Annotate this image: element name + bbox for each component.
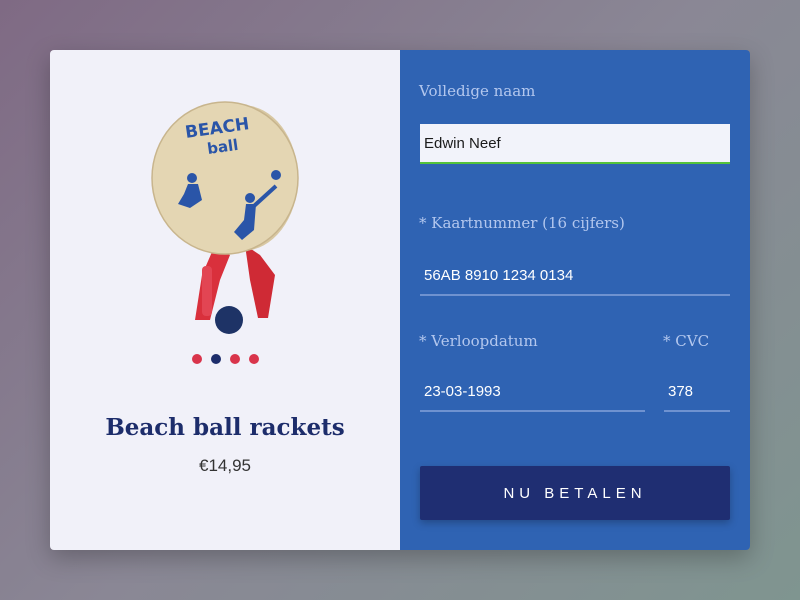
beach-rackets-image: BEACH ball (151, 101, 299, 334)
cvc-input[interactable] (664, 372, 730, 412)
carousel-dot[interactable] (229, 354, 240, 364)
carousel-dot[interactable] (248, 354, 259, 364)
carousel-dot[interactable] (191, 354, 202, 364)
expiry-input[interactable] (420, 372, 645, 412)
cvc-label: * CVC (663, 332, 710, 350)
expiry-label: * Verloopdatum (419, 332, 538, 350)
full-name-input[interactable] (420, 124, 730, 164)
carousel-dots (50, 354, 400, 364)
checkout-card: BEACH ball Beach ball rackets €14,95 Vol… (50, 50, 750, 550)
pay-now-button[interactable]: NU BETALEN (420, 466, 730, 520)
carousel-dot-active[interactable] (210, 354, 221, 364)
card-number-label: * Kaartnummer (16 cijfers) (419, 214, 625, 232)
product-panel: BEACH ball Beach ball rackets €14,95 (50, 50, 400, 550)
full-name-label: Volledige naam (419, 82, 536, 100)
payment-form: Volledige naam * Kaartnummer (16 cijfers… (400, 50, 750, 550)
card-number-input[interactable] (420, 256, 730, 296)
product-price: €14,95 (199, 456, 251, 475)
product-name: Beach ball rackets (105, 414, 345, 441)
